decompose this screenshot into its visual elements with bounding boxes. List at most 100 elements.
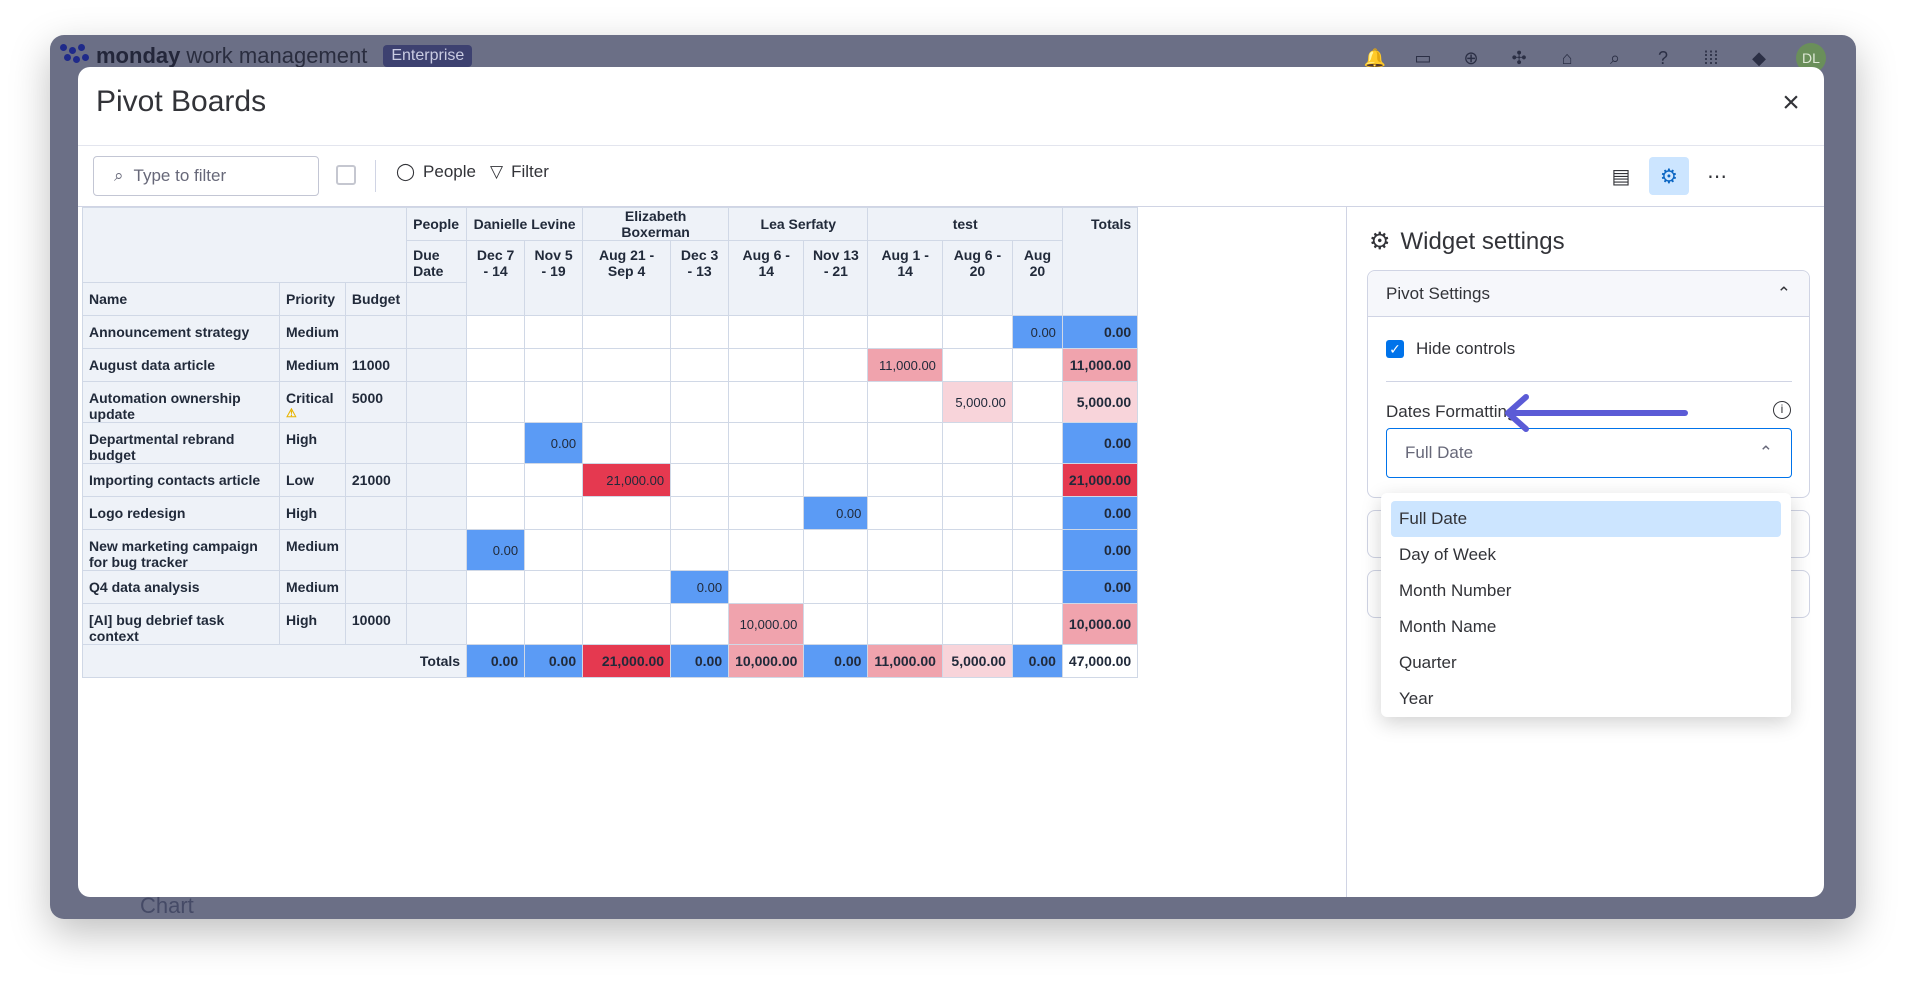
row-priority: High xyxy=(279,603,346,645)
warning-icon: ⚠ xyxy=(286,406,297,420)
column-total: 11,000.00 xyxy=(867,644,943,678)
pivot-cell xyxy=(670,315,730,349)
group-header: Lea Serfaty xyxy=(728,207,869,241)
group-header: Elizabeth Boxerman xyxy=(582,207,730,241)
pivot-cell xyxy=(728,422,805,464)
save-icon[interactable] xyxy=(336,165,356,185)
pivot-cell xyxy=(524,570,584,604)
dropdown-option[interactable]: Year xyxy=(1391,681,1781,717)
row-empty xyxy=(406,422,468,464)
dropdown-option[interactable]: Quarter xyxy=(1391,645,1781,681)
row-priority: Medium xyxy=(279,348,346,382)
pivot-modal: Pivot Boards × ⌕ Type to filter ◯ People… xyxy=(78,67,1824,897)
row-budget: 5000 xyxy=(344,381,408,423)
row-priority: Medium xyxy=(279,570,346,604)
search-placeholder: Type to filter xyxy=(133,166,227,185)
row-budget xyxy=(344,315,408,349)
pivot-cell xyxy=(867,603,943,645)
dropdown-option[interactable]: Day of Week xyxy=(1391,537,1781,573)
apps-icon[interactable]: ✣ xyxy=(1508,47,1530,69)
info-icon[interactable]: i xyxy=(1773,401,1791,419)
grid-menu-icon[interactable]: ⁞⁞⁞ xyxy=(1700,47,1722,69)
pivot-cell xyxy=(466,603,526,645)
row-name: Automation ownership update xyxy=(82,381,280,423)
row-name: New marketing campaign for bug tracker xyxy=(82,529,280,571)
pivot-cell: 0.00 xyxy=(524,422,584,464)
row-name: August data article xyxy=(82,348,280,382)
annotation-arrow-icon xyxy=(1505,394,1688,432)
row-empty xyxy=(406,496,468,530)
layout-icon[interactable]: ▤ xyxy=(1601,157,1641,195)
pivot-cell xyxy=(803,348,869,382)
pivot-cell xyxy=(466,496,526,530)
row-name: Importing contacts article xyxy=(82,463,280,497)
bell-icon[interactable]: 🔔 xyxy=(1364,47,1386,69)
totals-header: Totals xyxy=(1061,207,1139,316)
pivot-cell xyxy=(941,315,1013,349)
toolbar: ⌕ Type to filter ◯ People ▽ Filter ▤ ⚙ ⋯ xyxy=(78,145,1824,207)
table-row: Importing contacts article Low 21000 21,000… xyxy=(82,463,1139,497)
pivot-cell xyxy=(941,570,1013,604)
search-icon[interactable]: ⌕ xyxy=(1604,47,1626,69)
close-icon[interactable]: × xyxy=(1776,88,1806,119)
pivot-cell xyxy=(803,422,869,464)
monday-logo-icon xyxy=(60,44,90,68)
pivot-settings-label: Pivot Settings xyxy=(1386,283,1490,303)
pivot-cell xyxy=(867,381,943,423)
product-switcher-icon[interactable]: ◆ xyxy=(1748,47,1770,69)
pivot-cell xyxy=(728,315,805,349)
pivot-cell xyxy=(803,463,869,497)
settings-gear-icon[interactable]: ⚙ xyxy=(1649,157,1689,195)
date-column-header: Aug 1 - 14 xyxy=(867,240,943,316)
brand[interactable]: monday work management Enterprise xyxy=(60,43,473,69)
pivot-cell xyxy=(466,381,526,423)
date-column-header: Nov 13 - 21 xyxy=(803,240,869,316)
row-name: Announcement strategy xyxy=(82,315,280,349)
corner-cell xyxy=(82,207,408,283)
pivot-cell xyxy=(867,422,943,464)
pivot-cell xyxy=(803,529,869,571)
dropdown-option[interactable]: Full Date xyxy=(1391,501,1781,537)
row-priority: Medium xyxy=(279,315,346,349)
row-total: 0.00 xyxy=(1061,422,1139,464)
more-options-icon[interactable]: ⋯ xyxy=(1697,157,1737,195)
inbox-icon[interactable]: ▭ xyxy=(1412,47,1434,69)
pivot-cell xyxy=(582,496,672,530)
invite-user-icon[interactable]: ⊕ xyxy=(1460,47,1482,69)
pivot-cell: 11,000.00 xyxy=(867,348,943,382)
pivot-cell xyxy=(670,422,730,464)
panel-title-text: Widget settings xyxy=(1400,227,1565,255)
dates-format-select[interactable]: Full Date ⌃ xyxy=(1386,428,1792,478)
search-input[interactable]: ⌕ Type to filter xyxy=(93,156,319,196)
pivot-cell xyxy=(803,381,869,423)
column-total: 10,000.00 xyxy=(728,644,805,678)
row-priority: High xyxy=(279,422,346,464)
pivot-cell xyxy=(582,570,672,604)
help-icon[interactable]: ? xyxy=(1652,47,1674,69)
row-empty xyxy=(406,381,468,423)
pivot-cell xyxy=(1011,529,1063,571)
person-icon: ◯ xyxy=(396,162,416,181)
row-total: 11,000.00 xyxy=(1061,348,1139,382)
dropdown-option[interactable]: Month Name xyxy=(1391,609,1781,645)
hide-controls-row[interactable]: ✓ Hide controls xyxy=(1386,339,1515,359)
people-filter-button[interactable]: ◯ People xyxy=(396,162,476,182)
filter-button[interactable]: ▽ Filter xyxy=(490,162,549,182)
row-empty xyxy=(406,529,468,571)
pivot-cell xyxy=(670,381,730,423)
date-column-header: Aug 6 - 14 xyxy=(728,240,805,316)
pivot-cell: 0.00 xyxy=(466,529,526,571)
totals-row-label: Totals xyxy=(82,644,468,678)
row-priority: Low xyxy=(279,463,346,497)
pivot-settings-header[interactable]: Pivot Settings ⌃ xyxy=(1368,271,1809,317)
row-empty xyxy=(406,315,468,349)
pivot-cell xyxy=(524,463,584,497)
dropdown-option[interactable]: Month Number xyxy=(1391,573,1781,609)
pivot-cell xyxy=(466,422,526,464)
pivot-cell xyxy=(1011,496,1063,530)
hide-controls-checkbox[interactable]: ✓ xyxy=(1386,340,1404,358)
chevron-up-icon: ⌃ xyxy=(1758,443,1773,462)
marketplace-icon[interactable]: ⌂ xyxy=(1556,47,1578,69)
plan-badge: Enterprise xyxy=(383,45,473,67)
pivot-cell xyxy=(867,463,943,497)
